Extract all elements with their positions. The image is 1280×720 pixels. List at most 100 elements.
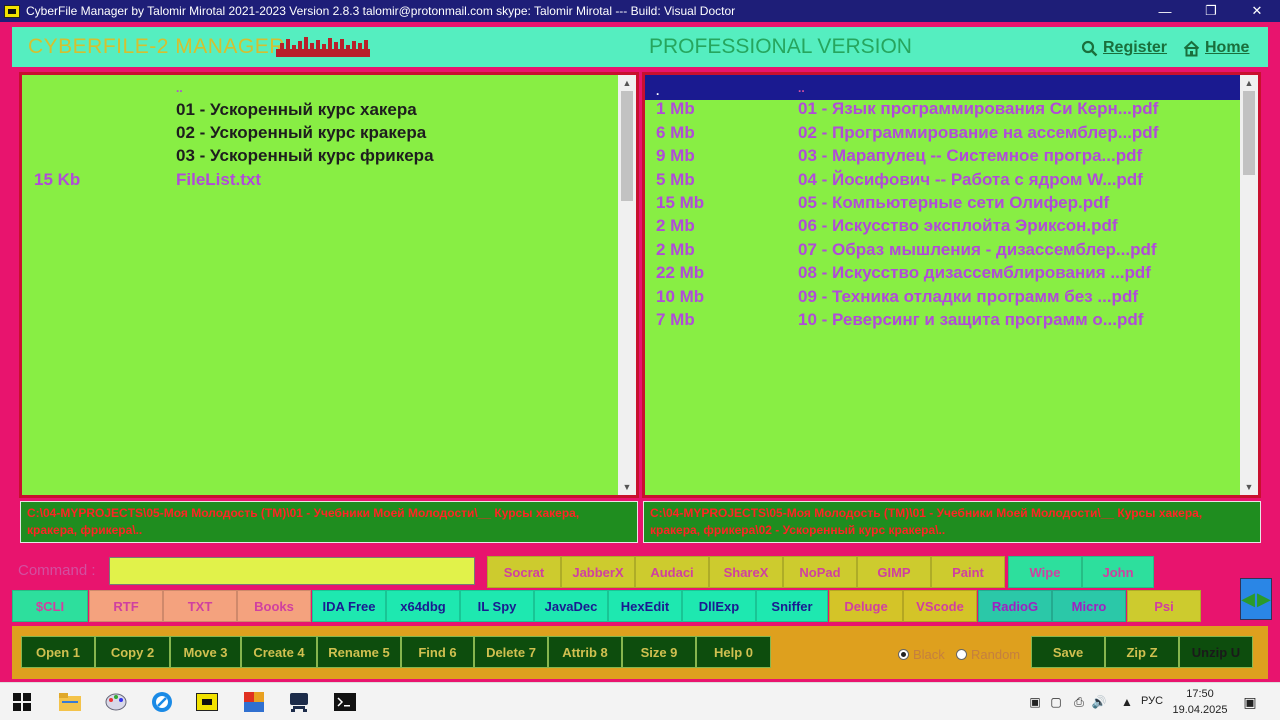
arrow-left-icon[interactable]: ◀ [1241,590,1255,608]
radio-checked-icon [898,649,909,660]
clock-date: 19.04.2025 [1172,704,1228,716]
copy-button[interactable]: Copy 2 [95,636,170,668]
save-button[interactable]: Save [1031,636,1105,668]
list-item[interactable]: 2 Mb 06 - Искусство эксплойта Эриксон.pd… [645,216,1241,239]
tool-button-x64dbg[interactable]: x64dbg [386,590,460,622]
arrow-right-icon[interactable]: ▶ [1257,590,1271,608]
unzip-button[interactable]: Unzip U [1179,636,1253,668]
list-item[interactable]: 6 Mb 02 - Программирование на ассемблер.… [645,123,1241,146]
window-titlebar: CyberFile Manager by Talomir Mirotal 202… [0,0,1280,22]
console-icon[interactable] [333,690,357,714]
tool-button-books[interactable]: Books [237,590,311,622]
file-explorer-icon[interactable] [58,690,82,714]
parent-dir-entry[interactable]: .. [798,81,805,95]
list-item[interactable]: 2 Mb 07 - Образ мышления - дизассемблер.… [645,240,1241,263]
list-item[interactable]: 22 Mb 08 - Искусство дизассемблирования … [645,263,1241,286]
media-app-icon[interactable] [242,690,266,714]
tool-button-wipe[interactable]: Wipe [1008,556,1082,588]
app-header: CYBERFILE-2 MANAGER PROFESSIONAL VERSION… [12,27,1268,67]
brand-title: CYBERFILE-2 MANAGER [28,35,285,58]
create-button[interactable]: Create 4 [241,636,317,668]
tool-button-javadec[interactable]: JavaDec [534,590,608,622]
list-item[interactable]: 15 Kb FileList.txt [22,170,612,193]
tool-button-nopad[interactable]: NoPad [783,556,857,588]
volume-icon[interactable]: 🔊 [1091,694,1107,710]
windows-start-icon[interactable] [10,690,34,714]
scroll-thumb[interactable] [1243,91,1255,175]
size-button[interactable]: Size 9 [622,636,696,668]
browser-icon[interactable] [150,690,174,714]
tool-button-hexedit[interactable]: HexEdit [608,590,682,622]
right-scrollbar[interactable]: ▲ ▼ [1240,75,1258,495]
tool-button-rtf[interactable]: RTF [89,590,163,622]
restore-button[interactable]: ❐ [1188,0,1234,22]
scroll-down-icon[interactable]: ▼ [1240,479,1258,495]
tool-button-deluge[interactable]: Deluge [829,590,903,622]
window-icon[interactable]: ▢ [1048,694,1064,710]
paint-app-icon[interactable] [104,690,128,714]
open-button[interactable]: Open 1 [21,636,95,668]
rename-button[interactable]: Rename 5 [317,636,401,668]
command-input[interactable] [109,557,475,585]
print-icon[interactable]: ⎙ [1071,694,1087,710]
tool-button-sharex[interactable]: ShareX [709,556,783,588]
theme-black-label: Black [913,647,945,662]
desktop-icon[interactable]: ▣ [1027,694,1043,710]
tool-button-paint[interactable]: Paint [931,556,1005,588]
tool-button-il-spy[interactable]: IL Spy [460,590,534,622]
find-button[interactable]: Find 6 [401,636,474,668]
home-label: Home [1205,39,1250,56]
left-path-display: C:\04-MYPROJECTS\05-Моя Молодость (TM)\0… [20,501,638,543]
notification-icon[interactable]: ▣ [1240,694,1260,710]
tool-button-sniffer[interactable]: Sniffer [756,590,828,622]
list-item[interactable]: 5 Mb 04 - Йосифович -- Работа с ядром W.… [645,170,1241,193]
home-link[interactable]: Home [1183,39,1249,57]
move-button[interactable]: Move 3 [170,636,241,668]
tool-button-vscode[interactable]: VScode [903,590,977,622]
list-item[interactable]: 01 - Ускоренный курс хакера [22,100,612,123]
list-item[interactable]: 1 Mb 01 - Язык программирования Си Керн.… [645,99,1241,122]
tool-button-cli[interactable]: $CLI [12,590,88,622]
close-button[interactable]: ✕ [1234,0,1280,22]
theme-random-radio[interactable]: Random [956,647,1020,662]
delete-button[interactable]: Delete 7 [474,636,548,668]
toolbar-scroll-buttons[interactable]: ◀ ▶ [1240,578,1272,620]
tool-button-socrat[interactable]: Socrat [487,556,561,588]
theme-black-radio[interactable]: Black [898,647,945,662]
tool-button-john[interactable]: John [1082,556,1154,588]
tool-button-psi[interactable]: Psi [1127,590,1201,622]
cyberfile-icon[interactable] [195,690,219,714]
tool-button-jabberx[interactable]: JabberX [561,556,635,588]
selected-row-highlight[interactable] [645,75,1240,100]
tool-button-radiog[interactable]: RadioG [978,590,1052,622]
minimize-button[interactable]: — [1142,0,1188,22]
tool-button-txt[interactable]: TXT [163,590,237,622]
list-item[interactable]: 03 - Ускоренный курс фрикера [22,146,612,169]
help-button[interactable]: Help 0 [696,636,771,668]
scroll-thumb[interactable] [621,91,633,201]
language-indicator[interactable]: РУС [1141,695,1163,707]
zip-button[interactable]: Zip Z [1105,636,1179,668]
list-item[interactable]: 15 Mb 05 - Компьютерные сети Олифер.pdf [645,193,1241,216]
attrib-button[interactable]: Attrib 8 [548,636,622,668]
register-link[interactable]: Register [1081,39,1167,57]
list-item[interactable]: 02 - Ускоренный курс кракера [22,123,612,146]
tool-button-ida-free[interactable]: IDA Free [312,590,386,622]
tool-button-micro[interactable]: Micro [1052,590,1126,622]
scroll-up-icon[interactable]: ▲ [1240,75,1258,91]
right-file-panel[interactable]: . .. 1 Mb 01 - Язык программирования Си … [642,72,1261,498]
list-item[interactable]: 9 Mb 03 - Марапулец -- Системное програ.… [645,146,1241,169]
tool-button-gimp[interactable]: GIMP [857,556,931,588]
list-item[interactable]: 7 Mb 10 - Реверсинг и защита программ о.… [645,310,1241,333]
left-scrollbar[interactable]: ▲ ▼ [618,75,636,495]
left-file-panel[interactable]: .. 01 - Ускоренный курс хакера 02 - Уско… [19,72,639,498]
scroll-down-icon[interactable]: ▼ [618,479,636,495]
system-clock[interactable]: 17:50 19.04.2025 [1172,686,1228,718]
parent-dir-entry[interactable]: .. [176,81,183,95]
list-item[interactable]: 10 Mb 09 - Техника отладки программ без … [645,287,1241,310]
terminal-app-icon[interactable] [287,690,311,714]
scroll-up-icon[interactable]: ▲ [618,75,636,91]
tool-button-audaci[interactable]: Audaci [635,556,709,588]
network-icon[interactable]: ▲ [1119,694,1135,710]
tool-button-dllexp[interactable]: DllExp [682,590,756,622]
